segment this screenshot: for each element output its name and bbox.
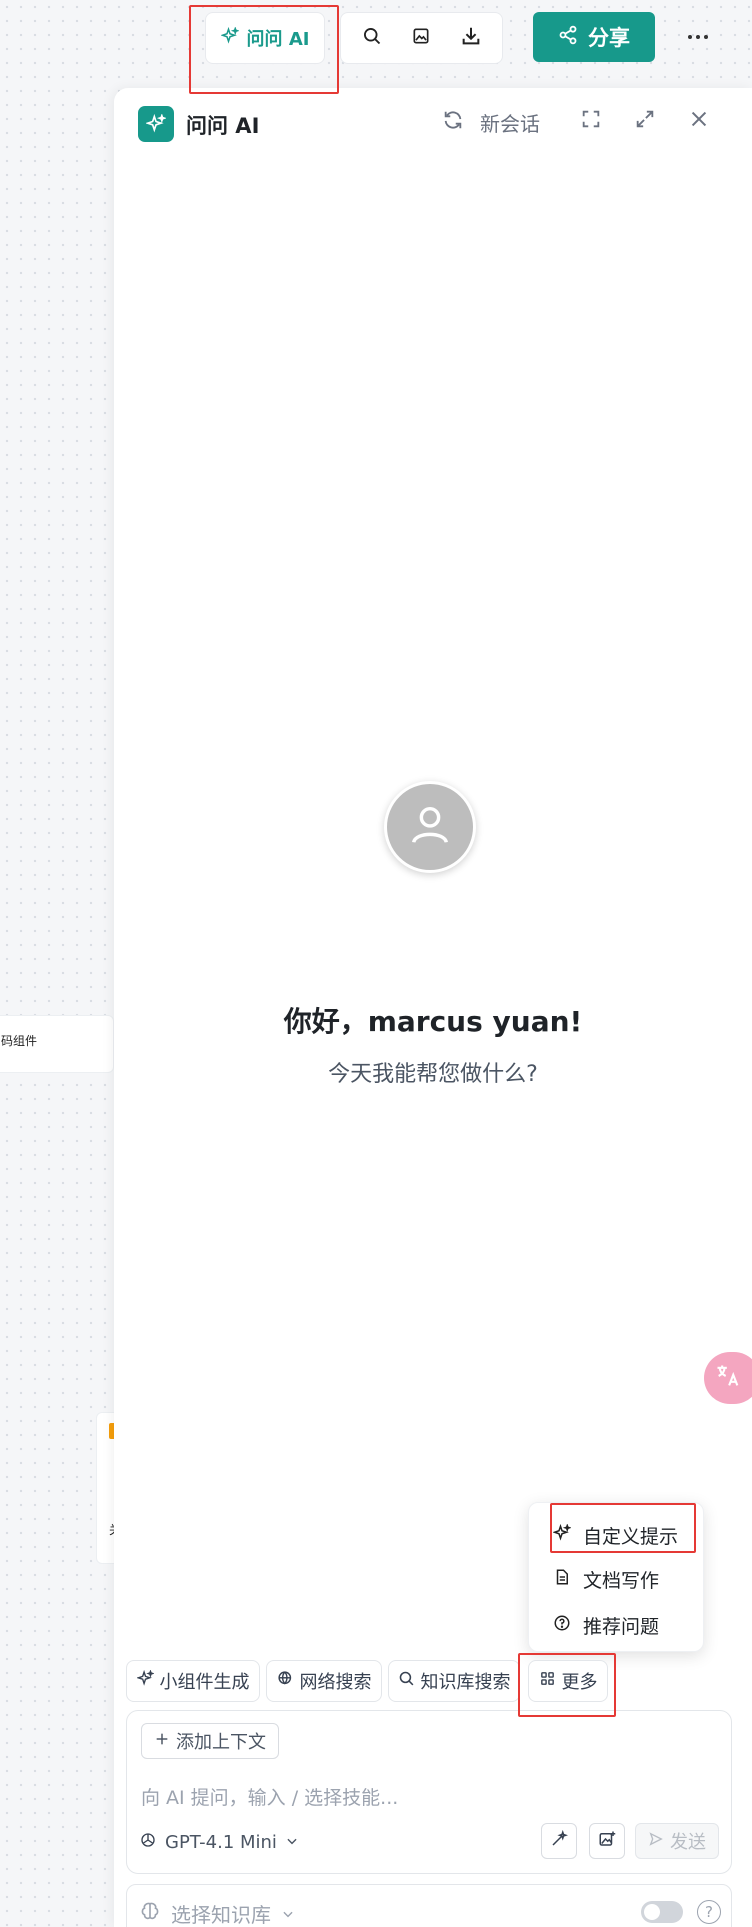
- chevron-down-icon: [285, 1832, 299, 1853]
- document-icon: [553, 1568, 571, 1591]
- knowledge-toggle[interactable]: [641, 1901, 683, 1923]
- menu-item-label: 文档写作: [583, 1569, 660, 1592]
- chip-label: 更多: [561, 1672, 598, 1693]
- brain-icon: [139, 1900, 161, 1927]
- image-icon: [411, 26, 431, 50]
- expand-icon: [634, 108, 656, 135]
- menu-item-custom-prompt[interactable]: 自定义提示: [529, 1515, 703, 1555]
- send-icon: [648, 1831, 664, 1852]
- canvas-node-card[interactable]: 码组件: [0, 1015, 114, 1073]
- sparkle-icon: [135, 1669, 155, 1692]
- ask-ai-button[interactable]: 问问 AI: [205, 12, 325, 64]
- search-button[interactable]: [351, 17, 393, 59]
- fullscreen-icon: [580, 108, 602, 135]
- translate-fab[interactable]: [704, 1352, 752, 1404]
- toolbar-icon-group: [340, 12, 503, 64]
- download-icon: [460, 25, 482, 51]
- expand-button[interactable]: [634, 108, 656, 135]
- chip-label: 小组件生成: [159, 1672, 250, 1693]
- magic-wand-button[interactable]: [541, 1823, 577, 1859]
- send-button[interactable]: 发送: [635, 1823, 719, 1859]
- fullscreen-button[interactable]: [580, 108, 602, 135]
- close-button[interactable]: [688, 108, 710, 135]
- greeting-heading: 你好，marcus yuan!: [283, 1005, 583, 1038]
- image-upload-button[interactable]: [589, 1823, 625, 1859]
- model-selector[interactable]: GPT-4.1 Mini: [139, 1831, 299, 1854]
- chip-label: 知识库搜索: [420, 1672, 511, 1693]
- skill-kb-search[interactable]: 知识库搜索: [388, 1660, 520, 1702]
- skill-widget-gen[interactable]: 小组件生成: [126, 1660, 260, 1702]
- menu-item-suggested-questions[interactable]: 推荐问题: [529, 1605, 703, 1645]
- send-label: 发送: [670, 1832, 706, 1853]
- knowledge-base-selector[interactable]: 选择知识库: [139, 1899, 295, 1927]
- skill-web-search[interactable]: 网络搜索: [266, 1660, 382, 1702]
- chat-input-box: 添加上下文 向 AI 提问，输入 / 选择技能... GPT-4.1 Mini …: [126, 1710, 732, 1874]
- download-button[interactable]: [450, 17, 492, 59]
- menu-item-label: 自定义提示: [583, 1525, 679, 1548]
- share-icon: [558, 25, 578, 50]
- menu-item-label: 推荐问题: [583, 1615, 660, 1638]
- panel-header: 问问 AI 新会话: [114, 88, 752, 160]
- more-dot: [696, 35, 700, 39]
- image-button[interactable]: [400, 17, 442, 59]
- menu-item-doc-writing[interactable]: 文档写作: [529, 1559, 703, 1599]
- skill-more-button[interactable]: 更多: [528, 1660, 608, 1702]
- more-options-button[interactable]: [680, 22, 716, 52]
- more-skills-menu: 自定义提示 文档写作 推荐问题: [528, 1502, 704, 1652]
- search-icon: [398, 1670, 415, 1692]
- more-dot: [704, 35, 708, 39]
- openai-icon: [139, 1831, 157, 1854]
- user-icon: [407, 802, 453, 852]
- translate-icon: [714, 1362, 742, 1394]
- chevron-down-icon: [281, 1902, 295, 1926]
- share-label: 分享: [588, 26, 630, 50]
- sparkle-icon: [552, 1522, 572, 1547]
- new-session-label: 新会话: [480, 112, 540, 136]
- model-label: GPT-4.1 Mini: [165, 1832, 277, 1853]
- search-icon: [362, 26, 382, 50]
- plus-icon: [154, 1731, 170, 1752]
- globe-search-icon: [277, 1670, 294, 1692]
- add-context-label: 添加上下文: [176, 1732, 266, 1753]
- user-avatar: [384, 781, 476, 873]
- add-context-button[interactable]: 添加上下文: [141, 1723, 279, 1759]
- grid-icon: [539, 1670, 556, 1692]
- ask-ai-label: 问问 AI: [246, 29, 310, 50]
- close-icon: [688, 108, 710, 135]
- help-icon[interactable]: ?: [697, 1900, 721, 1924]
- image-add-icon: [598, 1830, 616, 1852]
- magic-wand-icon: [550, 1829, 569, 1852]
- question-icon: [553, 1614, 571, 1637]
- refresh-icon: [442, 109, 464, 136]
- share-button[interactable]: 分享: [533, 12, 655, 62]
- ai-logo-icon: [138, 106, 174, 142]
- chip-label: 网络搜索: [299, 1672, 372, 1693]
- sparkle-icon: [219, 25, 240, 50]
- chat-input[interactable]: 向 AI 提问，输入 / 选择技能...: [141, 1783, 398, 1810]
- new-session-button[interactable]: 新会话: [442, 108, 540, 137]
- greeting-subtitle: 今天我能帮您做什么?: [328, 1062, 538, 1087]
- knowledge-base-bar: 选择知识库 ?: [126, 1884, 732, 1927]
- knowledge-base-label: 选择知识库: [171, 1903, 271, 1927]
- more-dot: [688, 35, 692, 39]
- canvas-node-label: 码组件: [1, 1034, 38, 1048]
- panel-title: 问问 AI: [186, 114, 260, 138]
